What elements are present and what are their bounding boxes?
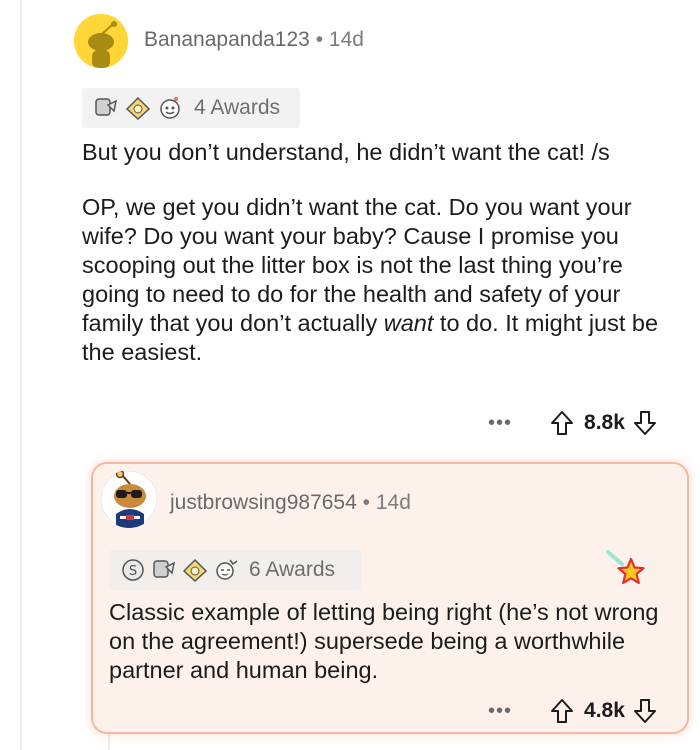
more-options-button[interactable]: •••: [488, 412, 512, 435]
reply-body: Classic example of letting being right (…: [109, 599, 659, 683]
meta-separator: •: [315, 28, 324, 51]
silver-award-icon: [150, 557, 178, 583]
wholesome-award-icon: [212, 557, 240, 583]
upvote-arrow-icon[interactable]: [550, 698, 574, 724]
thread-line[interactable]: [20, 0, 22, 750]
awards-bar[interactable]: S 6 Awards: [109, 550, 361, 590]
gold-award-icon: [124, 95, 152, 121]
awards-bar[interactable]: 4 Awards: [82, 88, 300, 128]
comment-actions: ••• 8.8k: [488, 410, 657, 436]
svg-text:S: S: [129, 564, 137, 579]
star-icon: [604, 550, 652, 590]
meta-separator: •: [362, 491, 370, 514]
gold-award-icon: [181, 557, 209, 583]
snoo-avatar-icon: [100, 470, 158, 528]
vote-score: 4.8k: [584, 699, 625, 722]
downvote-arrow-icon[interactable]: [633, 698, 657, 724]
username-link[interactable]: Bananapanda123: [144, 28, 310, 51]
comment-paragraph: But you don’t understand, he didn’t want…: [82, 139, 610, 165]
silver-award-icon: [92, 95, 120, 121]
comment-body: But you don’t understand, he didn’t want…: [82, 138, 682, 393]
username-link[interactable]: justbrowsing987654: [170, 491, 357, 514]
awards-count: 4 Awards: [194, 96, 280, 119]
avatar[interactable]: [100, 470, 158, 528]
downvote-arrow-icon[interactable]: [633, 410, 657, 436]
upvote-arrow-icon[interactable]: [550, 410, 574, 436]
vote-score: 8.8k: [584, 411, 625, 434]
reply-age: 14d: [375, 491, 411, 514]
avatar[interactable]: [74, 14, 128, 68]
comment-meta: Bananapanda123 • 14d: [144, 28, 364, 52]
comment-age: 14d: [328, 28, 364, 51]
helpful-award-icon: [156, 95, 184, 121]
reply-actions: ••• 4.8k: [488, 698, 657, 724]
comment-paragraph: OP, we get you didn’t want the cat. Do y…: [82, 193, 682, 367]
snoo-avatar-icon: [74, 14, 128, 68]
more-options-button[interactable]: •••: [488, 700, 512, 723]
comment-emphasis: want: [383, 310, 434, 336]
awards-count: 6 Awards: [249, 558, 335, 581]
silver-coin-award-icon: S: [119, 557, 147, 583]
reply-meta: justbrowsing987654 • 14d: [170, 491, 411, 515]
